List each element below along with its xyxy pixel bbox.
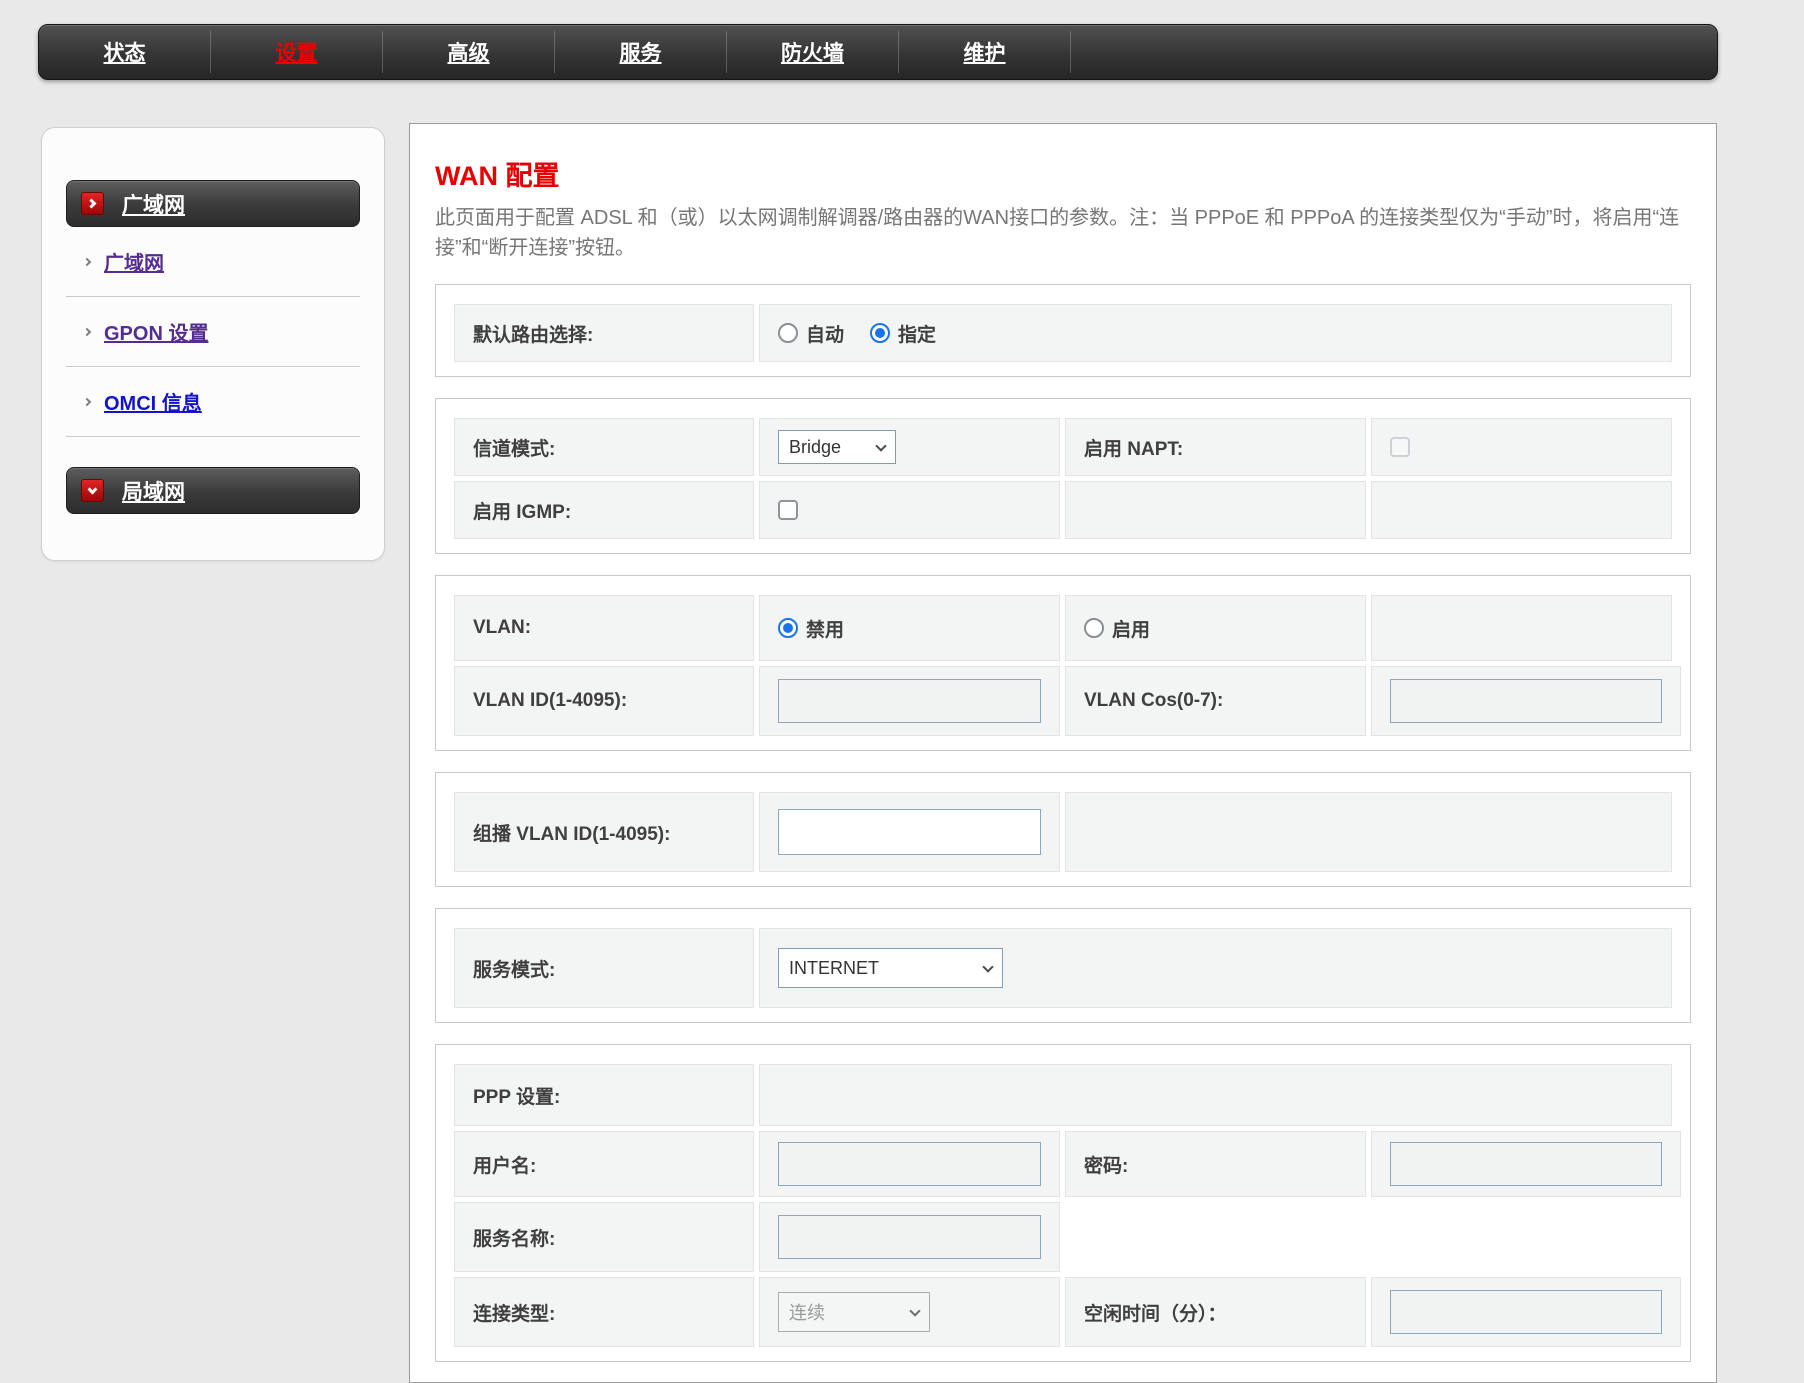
- napt-checkbox[interactable]: [1390, 437, 1410, 457]
- section-channel-mode: 信道模式: Bridge 启用 NAPT: 启用 IGMP:: [435, 398, 1691, 554]
- main-panel: WAN 配置 此页面用于配置 ADSL 和（或）以太网调制解调器/路由器的WAN…: [409, 123, 1717, 1383]
- service-mode-value: INTERNET: [789, 957, 879, 978]
- nav-separator: [1070, 31, 1071, 73]
- chevron-down-icon: [875, 439, 887, 452]
- mcast-vlan-label: 组播 VLAN ID(1-4095):: [473, 823, 671, 845]
- nav-item-service[interactable]: 服务: [555, 25, 726, 79]
- nav-item-firewall[interactable]: 防火墙: [727, 25, 898, 79]
- nav-item-maintenance[interactable]: 维护: [899, 25, 1070, 79]
- section-mcast-vlan: 组播 VLAN ID(1-4095):: [435, 772, 1691, 887]
- nav-item-status[interactable]: 状态: [39, 25, 210, 79]
- section-service-mode: 服务模式: INTERNET: [435, 908, 1691, 1023]
- sidebar-section-wan-label: 广域网: [122, 193, 185, 217]
- vlan-id-input: [778, 679, 1041, 723]
- top-navbar: 状态 设置 高级 服务 防火墙 维护: [38, 24, 1718, 80]
- idle-time-input: [1390, 1290, 1662, 1334]
- ppp-settings-label: PPP 设置:: [473, 1086, 561, 1108]
- radio-vlan-enable[interactable]: [1084, 618, 1104, 638]
- radio-default-route-specify-label: 指定: [898, 324, 937, 346]
- vlan-label: VLAN:: [473, 617, 532, 638]
- service-name-input: [778, 1215, 1041, 1259]
- service-mode-select[interactable]: INTERNET: [778, 948, 1003, 988]
- chevron-down-icon: [982, 960, 994, 973]
- radio-vlan-enable-label: 启用: [1112, 619, 1151, 641]
- idle-time-label: 空闲时间（分）：: [1084, 1303, 1227, 1325]
- mcast-vlan-input[interactable]: [778, 809, 1041, 855]
- section-default-route: 默认路由选择: 自动 指定: [435, 284, 1691, 377]
- sidebar-section-wan[interactable]: 广域网: [66, 180, 360, 227]
- radio-vlan-disable-label: 禁用: [806, 619, 845, 641]
- napt-label: 启用 NAPT:: [1084, 438, 1184, 460]
- connection-type-select: 连续: [778, 1292, 930, 1332]
- nav-item-advanced[interactable]: 高级: [383, 25, 554, 79]
- username-label: 用户名:: [473, 1155, 537, 1177]
- default-route-label: 默认路由选择:: [473, 324, 594, 346]
- sidebar-item-omci-info[interactable]: OMCI 信息: [66, 367, 360, 436]
- radio-vlan-disable[interactable]: [778, 618, 798, 638]
- sidebar-item-gpon-label: GPON 设置: [104, 323, 209, 345]
- radio-default-route-auto-label: 自动: [806, 324, 845, 346]
- password-input: [1390, 1142, 1662, 1186]
- sidebar-item-gpon-settings[interactable]: GPON 设置: [66, 297, 360, 366]
- igmp-checkbox[interactable]: [778, 500, 798, 520]
- service-mode-label: 服务模式:: [473, 959, 556, 981]
- connection-type-value: 连续: [789, 1303, 825, 1323]
- chevron-right-icon: [81, 192, 104, 215]
- arrow-right-icon: [82, 257, 92, 266]
- service-name-label: 服务名称:: [473, 1228, 556, 1250]
- section-vlan: VLAN: 禁用 启用 VLAN ID(1-4095): VLAN Cos(0-…: [435, 575, 1691, 751]
- radio-default-route-specify[interactable]: [870, 323, 891, 343]
- vlan-cos-input: [1390, 679, 1662, 723]
- page-description: 此页面用于配置 ADSL 和（或）以太网调制解调器/路由器的WAN接口的参数。注…: [435, 207, 1680, 259]
- sidebar-item-wan-label: 广域网: [104, 253, 164, 275]
- channel-mode-select[interactable]: Bridge: [778, 430, 896, 464]
- sidebar: 广域网 广域网 GPON 设置 OMCI 信息 局域网: [41, 127, 385, 561]
- igmp-label: 启用 IGMP:: [473, 501, 572, 523]
- arrow-right-icon: [82, 327, 92, 336]
- channel-mode-value: Bridge: [789, 436, 842, 457]
- arrow-right-icon: [82, 397, 92, 406]
- sidebar-item-omci-label: OMCI 信息: [104, 393, 202, 415]
- radio-default-route-auto[interactable]: [778, 323, 798, 343]
- password-label: 密码:: [1084, 1155, 1129, 1177]
- page-title: WAN 配置: [435, 161, 560, 191]
- section-ppp: PPP 设置: 用户名: 密码: 服务名称: 连接类型: 连续 空闲时间（分）：: [435, 1044, 1691, 1362]
- sidebar-section-lan[interactable]: 局域网: [66, 467, 360, 514]
- nav-item-setup[interactable]: 设置: [211, 25, 382, 79]
- username-input: [778, 1142, 1041, 1186]
- sidebar-section-lan-label: 局域网: [122, 480, 185, 504]
- channel-mode-label: 信道模式:: [473, 438, 556, 460]
- connection-type-label: 连接类型:: [473, 1303, 556, 1325]
- vlan-cos-label: VLAN Cos(0-7):: [1084, 690, 1224, 711]
- chevron-down-icon: [909, 1304, 921, 1317]
- chevron-down-icon: [81, 479, 104, 502]
- vlan-id-label: VLAN ID(1-4095):: [473, 690, 628, 711]
- sidebar-item-wan[interactable]: 广域网: [66, 227, 360, 296]
